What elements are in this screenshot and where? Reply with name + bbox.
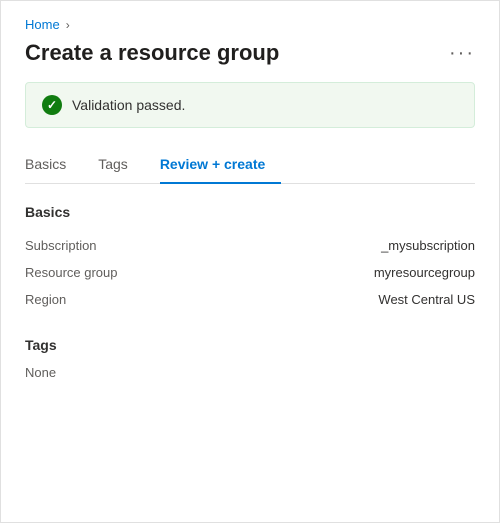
page-title: Create a resource group [25,40,279,66]
basics-section-title: Basics [25,204,475,220]
tags-section-title: Tags [25,337,475,353]
more-options-button[interactable]: ··· [449,42,475,65]
tabs-container: Basics Tags Review + create [25,148,475,184]
page-header: Create a resource group ··· [25,40,475,66]
region-row: Region West Central US [25,286,475,313]
resource-group-label: Resource group [25,265,175,280]
subscription-value: _mysubscription [381,238,475,253]
tab-review-create[interactable]: Review + create [160,148,281,184]
subscription-row: Subscription _mysubscription [25,232,475,259]
tab-basics[interactable]: Basics [25,148,82,184]
resource-group-value: myresourcegroup [374,265,475,280]
breadcrumb-home-link[interactable]: Home [25,17,60,32]
validation-success-icon [42,95,62,115]
breadcrumb: Home › [25,17,475,32]
basics-section: Basics Subscription _mysubscription Reso… [25,204,475,313]
tags-none-value: None [25,365,475,380]
breadcrumb-separator: › [66,18,70,32]
subscription-label: Subscription [25,238,175,253]
tags-section: Tags None [25,337,475,380]
validation-text: Validation passed. [72,97,185,113]
resource-group-row: Resource group myresourcegroup [25,259,475,286]
region-label: Region [25,292,175,307]
tab-tags[interactable]: Tags [98,148,144,184]
page-container: Home › Create a resource group ··· Valid… [0,0,500,523]
validation-banner: Validation passed. [25,82,475,128]
region-value: West Central US [378,292,475,307]
